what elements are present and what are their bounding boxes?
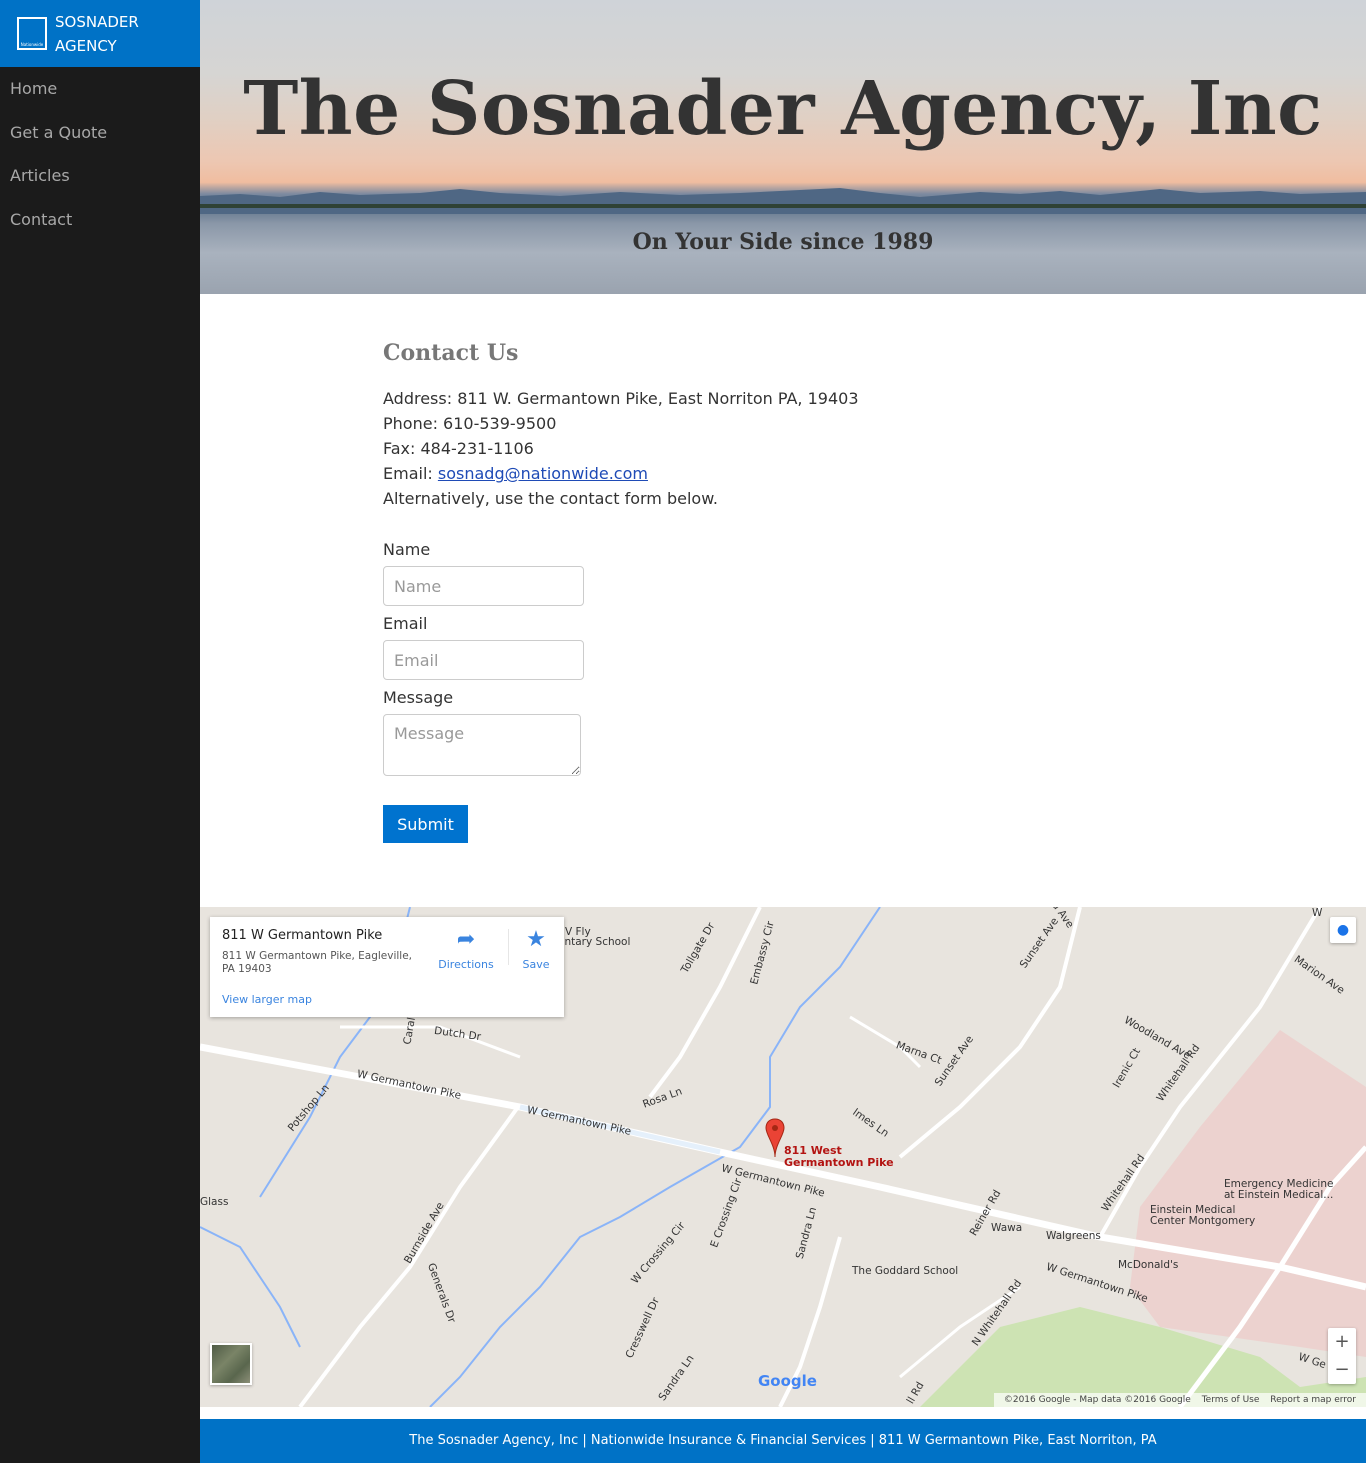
nationwide-logo-icon: Nationwide — [17, 17, 47, 50]
alt-text: Alternatively, use the contact form belo… — [383, 489, 718, 508]
place-address: 811 W Germantown Pike, Eagleville, PA 19… — [222, 950, 412, 975]
email-line: Email: sosnadg@nationwide.com — [383, 461, 1083, 486]
contact-section: Contact Us Address: 811 W. Germantown Pi… — [383, 340, 1083, 843]
map-pin-icon[interactable] — [764, 1117, 786, 1161]
mountain-silhouette — [200, 188, 1366, 214]
brand-line1: SOSNADER — [55, 12, 139, 31]
message-label: Message — [383, 688, 454, 707]
card-divider — [508, 929, 509, 965]
nav-item-get-a-quote[interactable]: Get a Quote — [0, 122, 200, 166]
street-label: W — [1312, 907, 1323, 919]
pegman-icon[interactable]: ● — [1330, 917, 1356, 943]
pin-label: 811 West Germantown Pike — [784, 1145, 894, 1169]
phone-text: Phone: 610-539-9500 — [383, 414, 557, 433]
map-attribution: ©2016 Google - Map data ©2016 Google Ter… — [993, 1393, 1366, 1407]
nav-menu: Home Get a Quote Articles Contact — [0, 67, 200, 252]
place-info-card: 811 W Germantown Pike 811 W Germantown P… — [210, 917, 564, 1017]
google-logo-text: Google — [758, 1372, 817, 1390]
brand-line2: AGENCY — [55, 36, 117, 55]
zoom-in-button[interactable]: + — [1328, 1328, 1356, 1356]
nav-item-contact[interactable]: Contact — [0, 209, 200, 253]
satellite-toggle-button[interactable] — [210, 1343, 252, 1385]
name-input[interactable] — [383, 566, 584, 606]
name-label: Name — [383, 540, 431, 559]
address-text: Address: 811 W. Germantown Pike, East No… — [383, 389, 859, 408]
street-label: entary School — [558, 936, 631, 948]
pin-label-line2: Germantown Pike — [784, 1156, 894, 1169]
submit-button[interactable]: Submit — [383, 805, 468, 843]
star-icon: ★ — [526, 927, 546, 952]
message-textarea[interactable] — [383, 714, 581, 776]
brand-text: SOSNADER AGENCY — [55, 10, 139, 58]
street-label: Glass — [200, 1196, 229, 1208]
street-label: The Goddard School — [852, 1265, 959, 1277]
sidebar: Nationwide SOSNADER AGENCY Home Get a Qu… — [0, 0, 200, 1463]
report-error-link[interactable]: Report a map error — [1270, 1395, 1356, 1405]
email-prefix: Email: — [383, 464, 438, 483]
directions-button[interactable]: ➦ Directions — [438, 927, 494, 972]
terms-link[interactable]: Terms of Use — [1202, 1395, 1260, 1405]
directions-label: Directions — [438, 958, 494, 971]
contact-heading: Contact Us — [383, 340, 519, 366]
view-larger-map-link[interactable]: View larger map — [222, 993, 312, 1006]
brand[interactable]: Nationwide SOSNADER AGENCY — [0, 0, 200, 67]
save-label: Save — [522, 958, 550, 971]
hero-banner: The Sosnader Agency, Inc On Your Side si… — [200, 0, 1366, 294]
hero-title: The Sosnader Agency, Inc — [243, 66, 1323, 152]
save-button[interactable]: ★ Save — [516, 927, 556, 972]
attribution-text: ©2016 Google - Map data ©2016 Google — [1003, 1395, 1191, 1405]
street-label: McDonald's — [1118, 1259, 1179, 1271]
google-logo: Google — [758, 1372, 817, 1390]
email-label: Email — [383, 614, 428, 633]
logo-text: Nationwide — [20, 42, 44, 47]
zoom-out-button[interactable]: − — [1328, 1356, 1356, 1384]
contact-form: Name Email Message Submit — [383, 539, 1083, 843]
nav-item-articles[interactable]: Articles — [0, 165, 200, 209]
email-input[interactable] — [383, 640, 584, 680]
place-title: 811 W Germantown Pike — [222, 928, 383, 943]
nav-item-home[interactable]: Home — [0, 78, 200, 122]
street-label: Center Montgomery — [1150, 1215, 1256, 1227]
hero-subtitle: On Your Side since 1989 — [632, 229, 934, 255]
fax-text: Fax: 484-231-1106 — [383, 439, 534, 458]
directions-icon: ➦ — [456, 927, 476, 952]
zoom-control: + − — [1328, 1328, 1356, 1384]
street-label: Walgreens — [1046, 1230, 1101, 1242]
google-map[interactable]: V Fly entary School Tollgate Dr Embassy … — [200, 907, 1366, 1407]
street-label: at Einstein Medical... — [1224, 1189, 1334, 1201]
email-link[interactable]: sosnadg@nationwide.com — [438, 464, 648, 483]
page-footer: The Sosnader Agency, Inc | Nationwide In… — [200, 1419, 1366, 1463]
street-label: Wawa — [991, 1222, 1023, 1234]
